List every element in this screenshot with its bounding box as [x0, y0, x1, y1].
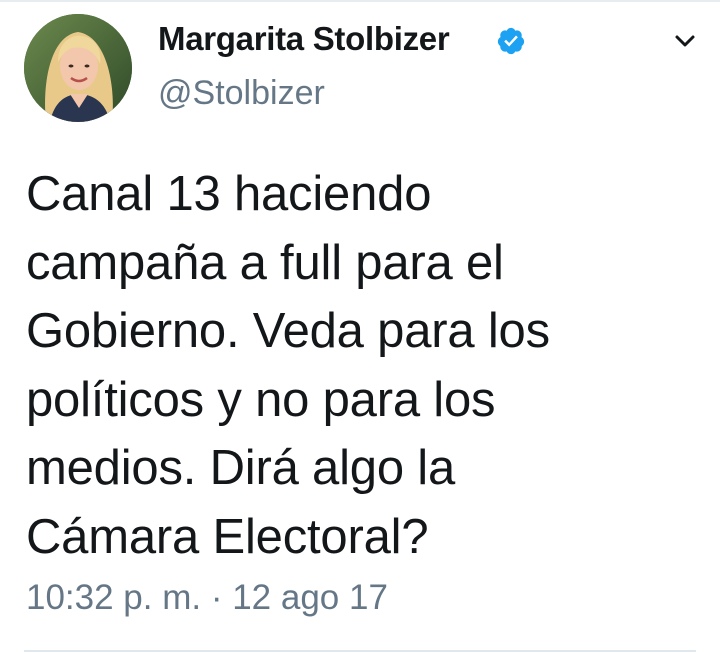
top-divider: [0, 0, 720, 2]
bottom-divider: [24, 650, 696, 652]
author-display-name[interactable]: Margarita Stolbizer: [158, 20, 450, 58]
author-handle[interactable]: @Stolbizer: [158, 74, 325, 113]
tweet-timestamp[interactable]: 10:32 p. m. · 12 ago 17: [26, 578, 388, 618]
avatar[interactable]: [24, 14, 132, 122]
chevron-down-icon[interactable]: [670, 30, 700, 52]
tweet-text: Canal 13 haciendo campaña a full para el…: [26, 167, 550, 564]
avatar-photo: [24, 14, 132, 122]
verified-badge-icon: [497, 27, 525, 55]
